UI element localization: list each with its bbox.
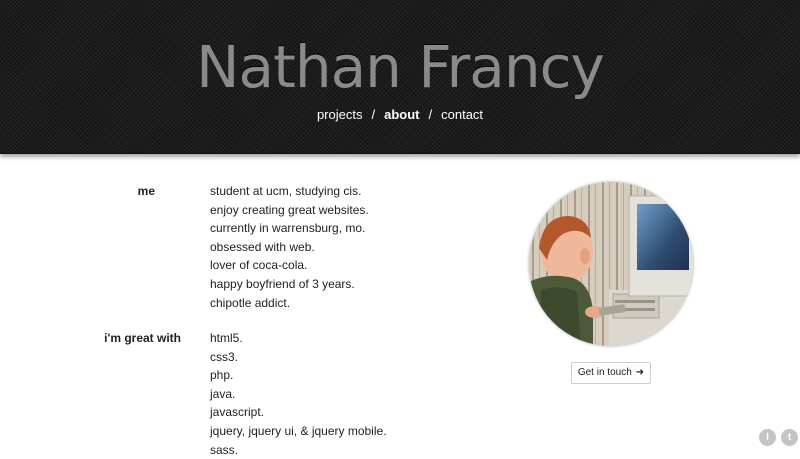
list-item: java.: [210, 386, 236, 401]
me-label: me: [137, 184, 155, 198]
skills-list: html5. css3. php. java. javascript. jque…: [210, 329, 387, 459]
nav-about[interactable]: about: [384, 107, 419, 122]
list-item: student at ucm, studying cis.: [210, 184, 362, 198]
list-item: html5.: [210, 331, 243, 345]
arrow-right-icon: ➜: [635, 367, 645, 378]
site-header: Nathan Francy projects / about / contact: [0, 0, 800, 154]
list-item: chipotle addict.: [210, 295, 291, 310]
list-item: obsessed with web.: [210, 239, 315, 254]
me-list: student at ucm, studying cis. enjoy crea…: [210, 182, 369, 312]
get-in-touch-button[interactable]: Get in touch ➜: [571, 362, 651, 384]
nav-projects[interactable]: projects: [317, 107, 363, 122]
nav-separator: /: [371, 107, 376, 122]
list-item: currently in warrensburg, mo.: [210, 221, 366, 236]
first-social-icon[interactable]: l: [759, 429, 776, 446]
site-title: Nathan Francy: [196, 33, 605, 101]
list-item: enjoy creating great websites.: [210, 202, 369, 217]
second-social-icon[interactable]: t: [781, 429, 798, 446]
list-item: css3.: [210, 349, 239, 364]
profile-photo: [529, 182, 693, 346]
list-item: lover of coca-cola.: [210, 258, 308, 273]
list-item: php.: [210, 368, 234, 383]
main-nav: projects / about / contact: [0, 106, 800, 124]
list-item: happy boyfriend of 3 years.: [210, 276, 355, 291]
list-item: javascript.: [210, 405, 265, 420]
nav-separator: /: [428, 107, 433, 122]
get-in-touch-label: Get in touch: [577, 367, 632, 378]
profile-photo-illustration: [529, 182, 693, 346]
nav-contact[interactable]: contact: [441, 107, 483, 122]
skills-label: i'm great with: [104, 331, 181, 345]
list-item: jquery, jquery ui, & jquery mobile.: [210, 423, 387, 438]
